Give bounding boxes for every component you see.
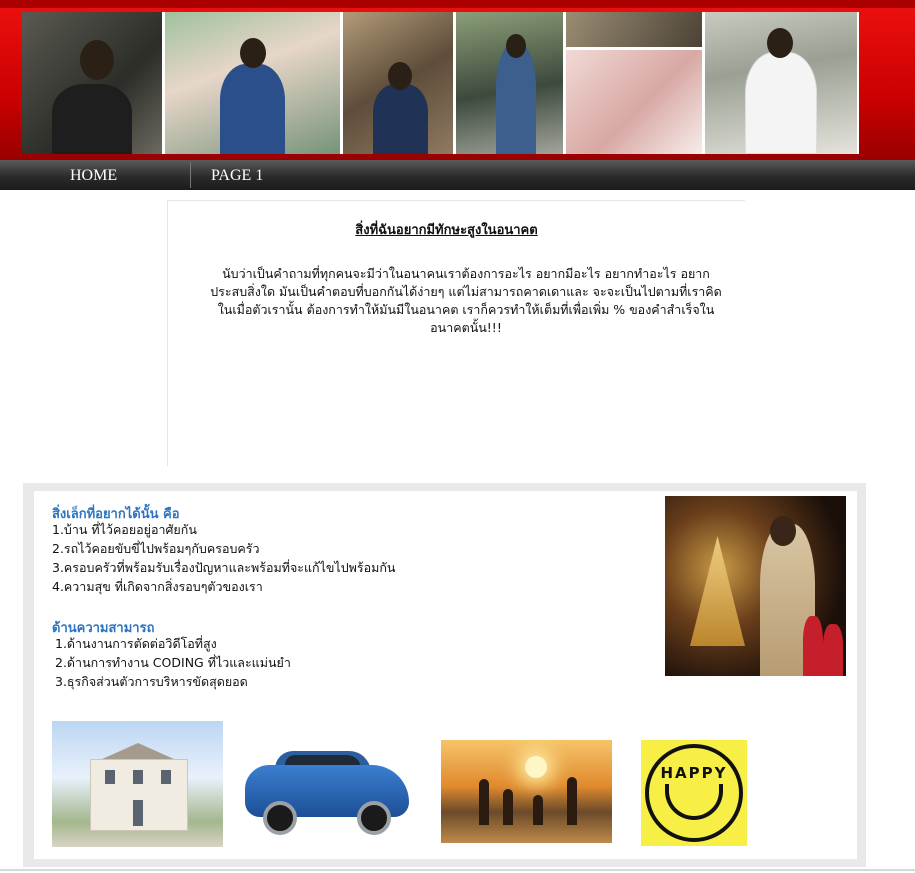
list-item: 3.ธุรกิจส่วนตัวการบริหารขัดสุดยอด: [55, 674, 248, 689]
wishes-list: 1.บ้าน ที่ไว้คอยอยู่อาศัยกัน 2.รถไว้คอยข…: [52, 520, 395, 596]
banner-top-strip: [0, 0, 915, 8]
happy-label: HAPPY: [660, 764, 728, 782]
list-item: 1.ด้านงานการตัดต่อวิดีโอที่สูง: [55, 636, 217, 651]
skills-list: 1.ด้านงานการตัดต่อวิดีโอที่สูง 2.ด้านการ…: [55, 634, 291, 691]
nav-divider: [190, 162, 191, 188]
banner-photo-1: [22, 12, 162, 154]
banner-photo-4: [456, 12, 563, 154]
list-item: 1.บ้าน ที่ไว้คอยอยู่อาศัยกัน: [52, 522, 197, 537]
man-head: [770, 516, 796, 546]
party-photo: [665, 496, 846, 676]
nav-bar: HOME PAGE 1: [0, 160, 915, 190]
banner-photo-5-hand: [566, 50, 702, 154]
banner-photo-6: [705, 12, 857, 154]
banner-photo-5: [566, 12, 702, 154]
banner-photo-5-top: [566, 12, 702, 47]
intro-section: สิ่งที่ฉันอยากมีทักษะสูงในอนาคต นับว่าเป…: [167, 200, 745, 466]
banner-photo-collage: [22, 12, 859, 154]
nav-home-link[interactable]: HOME: [70, 160, 117, 190]
intro-paragraph: นับว่าเป็นคำถามที่ทุกคนจะมีว่าในอนาคนเรา…: [210, 266, 722, 335]
family-beach-image: [441, 740, 612, 843]
champagne-tower: [690, 536, 745, 646]
nav-page1-link[interactable]: PAGE 1: [211, 160, 263, 190]
header-banner: [0, 0, 915, 160]
list-item: 4.ความสุข ที่เกิดจากสิ่งรอบๆตัวของเรา: [52, 579, 263, 594]
house-image: [52, 721, 223, 847]
list-item: 3.ครอบครัวที่พร้อมรับเรื่องปัญหาและพร้อม…: [52, 560, 396, 575]
car-image: [241, 743, 413, 843]
banner-photo-2: [165, 12, 340, 154]
banner-photo-3: [343, 12, 453, 154]
list-item: 2.รถไว้คอยขับขี่ไปพร้อมๆกับครอบครัว: [52, 541, 260, 556]
footer-divider: [0, 869, 915, 871]
happy-smiley-image: HAPPY: [641, 740, 747, 846]
intro-title: สิ่งที่ฉันอยากมีทักษะสูงในอนาคต: [355, 223, 538, 238]
list-item: 2.ด้านการทำงาน CODING ที่ไวและแม่นยำ: [55, 655, 291, 670]
